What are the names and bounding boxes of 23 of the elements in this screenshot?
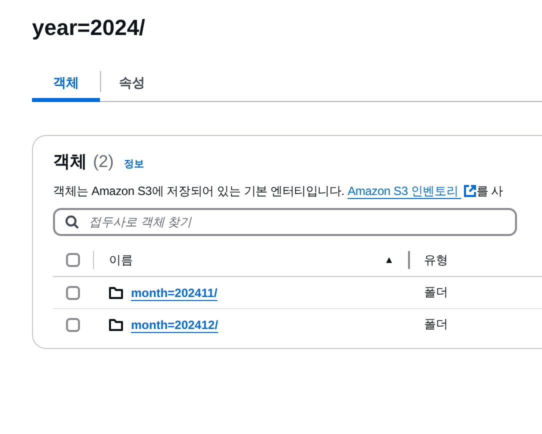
object-count: (2) <box>93 152 114 172</box>
table-cell: 폴더 <box>424 316 448 333</box>
tab[interactable]: 객체 <box>32 68 100 102</box>
folder-icon <box>109 318 123 330</box>
object-link[interactable]: month=202411/ <box>131 286 218 300</box>
checkbox[interactable] <box>66 286 80 300</box>
table-cell: 폴더 <box>424 284 448 301</box>
search-icon <box>65 215 79 229</box>
external-link-icon <box>464 185 476 197</box>
column-header[interactable]: 유형 <box>424 252 448 268</box>
page-title: year=2024/ <box>32 14 146 42</box>
info-link[interactable]: 정보 <box>124 157 144 171</box>
inventory-link[interactable]: Amazon S3 인벤토리 <box>348 184 476 198</box>
checkbox[interactable] <box>66 318 80 332</box>
folder-icon <box>109 286 123 298</box>
tab[interactable]: 속성 <box>119 68 163 102</box>
sort-indicator[interactable]: ▲ <box>384 254 394 266</box>
description: 객체는 Amazon S3에 저장되어 있는 기본 엔터티입니다. Amazon S3 인벤토리 를 사 <box>53 183 504 200</box>
object-link[interactable]: month=202412/ <box>131 318 218 332</box>
search-field[interactable]: 접두사로 객체 찾기 <box>53 208 517 236</box>
column-header[interactable]: 이름 <box>109 252 376 268</box>
section-heading: 객체 <box>53 151 87 173</box>
checkbox[interactable] <box>66 253 80 267</box>
